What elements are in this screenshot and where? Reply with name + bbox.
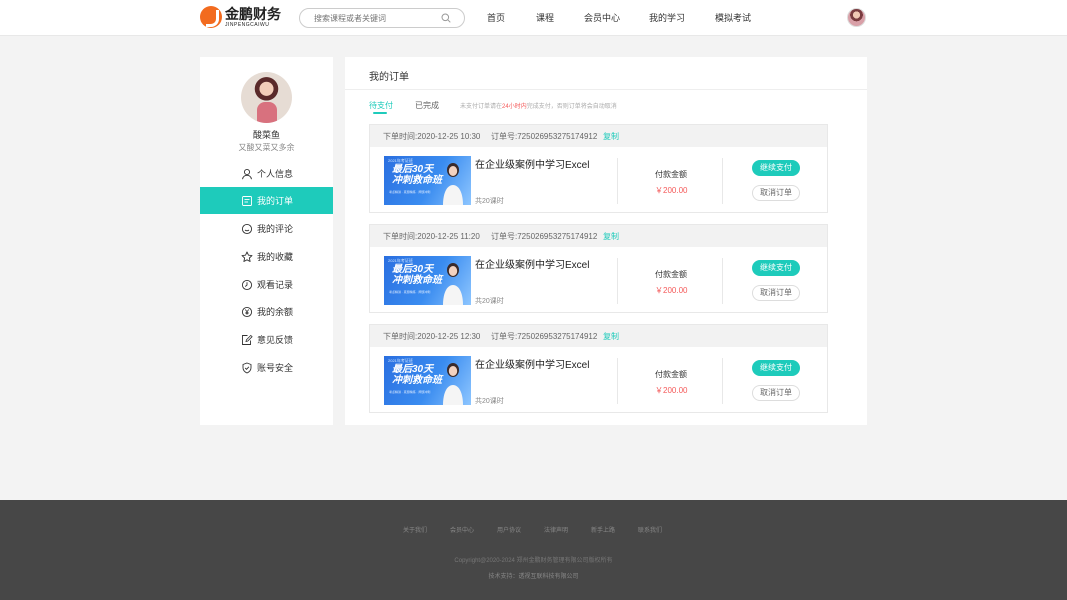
cancel-order-button[interactable]: 取消订单	[752, 285, 800, 301]
continue-payment-button[interactable]: 继续支付	[752, 360, 800, 376]
sidebar-item-label: 个人信息	[257, 169, 294, 179]
order-time: 下单时间:2020-12-25 11:20	[383, 232, 480, 241]
footer-link-user-agreement[interactable]: 用户协议	[497, 525, 521, 534]
copy-order-number-link[interactable]: 复制	[603, 131, 619, 142]
logo-subtitle: JINPENGCAIWU	[225, 21, 270, 28]
copyright-text: Copyright@2020-2024 郑州金鹏财务管理有限公司版权所有	[454, 558, 613, 564]
feedback-icon	[242, 334, 253, 345]
order-number: 订单号:725026953275174912	[491, 132, 598, 141]
comment-icon	[241, 223, 253, 234]
order-icon	[242, 195, 252, 206]
sidebar-item-label: 意见反馈	[257, 335, 294, 345]
continue-payment-button[interactable]: 继续支付	[752, 160, 800, 176]
order-time: 下单时间:2020-12-25 10:30	[383, 132, 481, 141]
profile-name: 酸菜鱼	[252, 130, 280, 140]
tab-completed[interactable]: 已完成	[415, 100, 439, 111]
instructor-photo	[443, 363, 463, 405]
footer-link-member-center[interactable]: 会员中心	[450, 525, 474, 534]
yen-icon	[241, 306, 253, 317]
order-header: 下单时间:2020-12-25 12:30 订单号:72502695327517…	[370, 325, 827, 347]
instructor-photo	[443, 263, 463, 305]
course-title[interactable]: 在企业级案例中学习Excel	[475, 156, 589, 171]
payment-amount: ￥200.00	[655, 186, 688, 195]
sidebar-item-label: 我的评论	[257, 224, 294, 234]
notice-highlight: 24小时内	[502, 104, 527, 110]
top-header: 金鹏财务 JINPENGCAIWU 首页 课程 会员中心 我的学习 模拟考试	[0, 0, 1067, 36]
nav-my-learning[interactable]: 我的学习	[649, 0, 685, 36]
course-title[interactable]: 在企业级案例中学习Excel	[475, 356, 589, 371]
sidebar-item-feedback[interactable]: 意见反馈	[200, 326, 333, 353]
sidebar-item-security[interactable]: 账号安全	[200, 354, 333, 381]
sidebar-item-profile[interactable]: 个人信息	[200, 160, 333, 187]
footer-link-legal[interactable]: 法律声明	[544, 525, 568, 534]
payment-amount: ￥200.00	[655, 386, 688, 395]
sidebar: 酸菜鱼 又酸又菜又多余 个人信息 我的订单 我的评论 我的收藏 观看记录 我的余…	[200, 57, 333, 425]
nav-home[interactable]: 首页	[487, 0, 505, 36]
star-icon	[241, 251, 253, 262]
instructor-photo	[443, 163, 463, 205]
profile-avatar[interactable]	[241, 72, 292, 123]
course-thumbnail[interactable]: 2021年考证班 最后30天 冲刺救命班 考点精讲 · 真题精练 · 押题冲刺	[384, 256, 471, 305]
logo-title: 金鹏财务	[225, 5, 281, 22]
course-thumbnail[interactable]: 2021年考证班 最后30天 冲刺救命班 考点精讲 · 真题精练 · 押题冲刺	[384, 356, 471, 405]
clock-icon	[241, 279, 253, 290]
payment-amount-label: 付款金额	[655, 170, 687, 179]
page-title: 我的订单	[369, 72, 409, 83]
payment-notice: 未支付订单请在24小时内完成支付，否则订单将会自动取消	[460, 104, 617, 110]
order-header: 下单时间:2020-12-25 11:20 订单号:72502695327517…	[370, 225, 827, 247]
order-card: 下单时间:2020-12-25 10:30 订单号:72502695327517…	[369, 124, 828, 213]
user-avatar[interactable]	[847, 8, 866, 27]
copy-order-number-link[interactable]: 复制	[603, 331, 619, 342]
sidebar-item-balance[interactable]: 我的余额	[200, 298, 333, 325]
sidebar-item-label: 我的订单	[257, 196, 294, 206]
sidebar-item-label: 我的余额	[257, 307, 294, 317]
lesson-count: 共20课时	[475, 298, 504, 305]
brand-logo[interactable]: 金鹏财务 JINPENGCAIWU	[200, 6, 281, 28]
cancel-order-button[interactable]: 取消订单	[752, 385, 800, 401]
order-time: 下单时间:2020-12-25 12:30	[383, 332, 481, 341]
search-input[interactable]	[314, 12, 434, 25]
lesson-count: 共20课时	[475, 398, 504, 405]
tab-pending-payment[interactable]: 待支付	[369, 100, 393, 111]
divider	[345, 89, 867, 90]
footer-link-about[interactable]: 关于我们	[403, 525, 427, 534]
logo-mark-icon	[200, 6, 222, 28]
payment-amount-label: 付款金额	[655, 270, 687, 279]
sidebar-item-label: 账号安全	[257, 363, 294, 373]
tech-support-text: 技术支持：透视互联科技有限公司	[488, 574, 579, 580]
sidebar-item-label: 我的收藏	[257, 252, 294, 262]
order-number: 订单号:725026953275174912	[491, 232, 598, 241]
footer-link-getting-started[interactable]: 新手上路	[591, 525, 615, 534]
order-card: 下单时间:2020-12-25 11:20 订单号:72502695327517…	[369, 224, 828, 313]
order-number: 订单号:725026953275174912	[491, 332, 598, 341]
course-title[interactable]: 在企业级案例中学习Excel	[475, 256, 589, 271]
footer-link-contact[interactable]: 联系我们	[638, 525, 662, 534]
sidebar-item-label: 观看记录	[257, 280, 294, 290]
order-card: 下单时间:2020-12-25 12:30 订单号:72502695327517…	[369, 324, 828, 413]
lesson-count: 共20课时	[475, 198, 504, 205]
site-footer: 关于我们 会员中心 用户协议 法律声明 新手上路 联系我们 Copyright@…	[0, 500, 1067, 600]
sidebar-item-comments[interactable]: 我的评论	[200, 215, 333, 242]
copy-order-number-link[interactable]: 复制	[603, 231, 619, 242]
search-icon[interactable]	[441, 13, 451, 23]
order-header: 下单时间:2020-12-25 10:30 订单号:72502695327517…	[370, 125, 827, 147]
sidebar-item-favorites[interactable]: 我的收藏	[200, 243, 333, 270]
nav-courses[interactable]: 课程	[536, 0, 554, 36]
cancel-order-button[interactable]: 取消订单	[752, 185, 800, 201]
orders-panel: 我的订单 待支付 已完成 未支付订单请在24小时内完成支付，否则订单将会自动取消…	[345, 57, 867, 425]
sidebar-item-history[interactable]: 观看记录	[200, 271, 333, 298]
course-thumbnail[interactable]: 2021年考证班 最后30天 冲刺救命班 考点精讲 · 真题精练 · 押题冲刺	[384, 156, 471, 205]
active-tab-indicator	[373, 112, 387, 114]
sidebar-item-orders[interactable]: 我的订单	[200, 187, 333, 214]
search-box	[299, 8, 465, 28]
payment-amount-label: 付款金额	[655, 370, 687, 379]
continue-payment-button[interactable]: 继续支付	[752, 260, 800, 276]
nav-member-center[interactable]: 会员中心	[584, 0, 620, 36]
nav-mock-exam[interactable]: 模拟考试	[715, 0, 751, 36]
payment-amount: ￥200.00	[655, 286, 688, 295]
user-icon	[242, 168, 252, 179]
shield-icon	[242, 362, 252, 373]
profile-signature: 又酸又菜又多余	[238, 143, 295, 152]
